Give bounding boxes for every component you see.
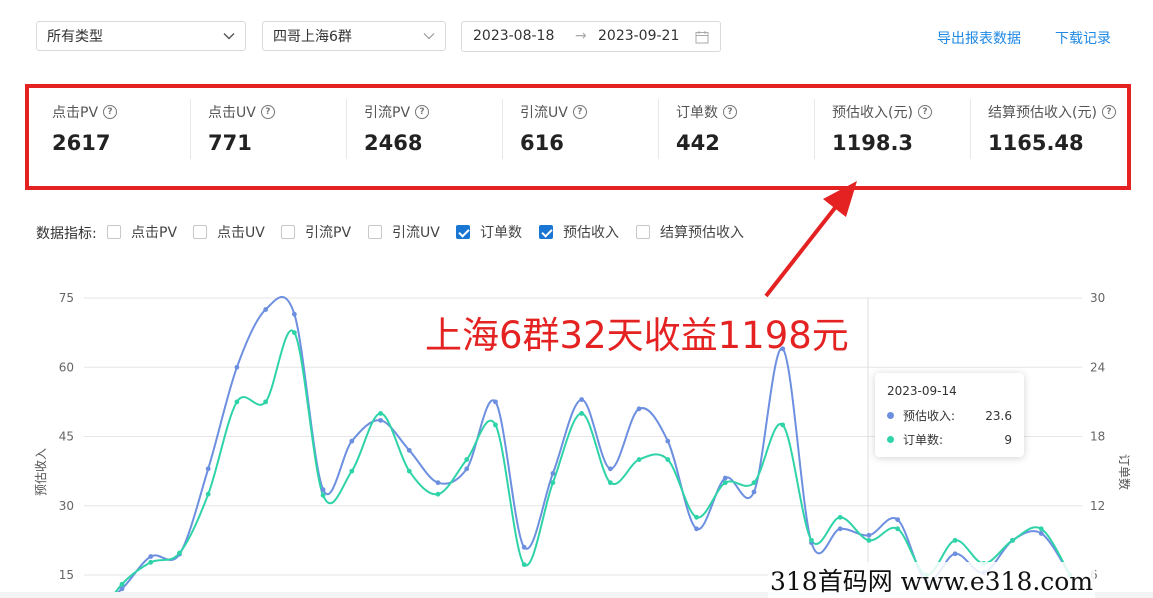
- chart-tooltip: 2023-09-14 预估收入: 23.6 订单数: 9: [875, 373, 1024, 457]
- tooltip-value: 23.6: [985, 408, 1012, 423]
- watermark: 318首码网 www.e318.com: [768, 562, 1096, 598]
- annotation-text: 上海6群32天收益1198元: [425, 314, 849, 357]
- series-dot-icon: [887, 436, 894, 443]
- tooltip-label: 订单数:: [903, 433, 944, 447]
- annotation-arrow: [764, 181, 857, 298]
- tooltip-row: 预估收入: 23.6: [887, 407, 1012, 424]
- tooltip-label: 预估收入:: [903, 409, 956, 423]
- report-panel: 所有类型 四哥上海6群 2023-08-18 → 2023-09-21 导出报表…: [0, 0, 1153, 598]
- tooltip-value: 9: [1004, 432, 1012, 447]
- series-dot-icon: [887, 412, 894, 419]
- tooltip-date: 2023-09-14: [887, 384, 957, 398]
- tooltip-row: 订单数: 9: [887, 431, 1012, 448]
